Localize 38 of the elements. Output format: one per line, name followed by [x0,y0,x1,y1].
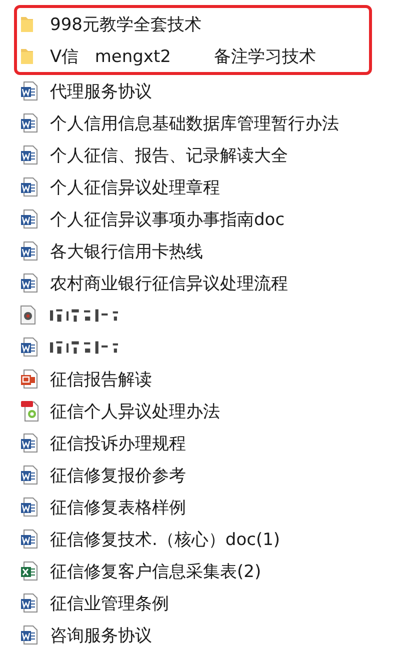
word-document-icon [20,497,38,517]
file-name[interactable]: 征信修复技术.（核心）doc(1) [50,528,280,550]
word-document-icon [20,433,38,453]
word-document-icon [20,145,38,165]
file-name[interactable]: 征信业管理条例 [50,592,169,614]
word-document-icon [20,625,38,645]
word-document-icon [20,177,38,197]
folder-icon [20,47,34,65]
word-document-icon [20,241,38,261]
file-name[interactable]: 代理服务协议 [50,80,152,102]
file-name[interactable]: 各大银行信用卡热线 [50,240,203,262]
file-name[interactable]: 个人征信异议事项办事指南doc [50,208,285,230]
folder-name[interactable]: 998元教学全套技术 [50,12,202,36]
word-document-icon [20,81,38,101]
spreadsheet-icon [20,561,38,581]
presentation-icon [20,369,38,389]
folder-icon [20,15,34,33]
file-name[interactable]: 征信修复表格样例 [50,496,186,518]
file-name[interactable]: 咨询服务协议 [50,624,152,646]
file-name[interactable]: 征信修复客户信息采集表(2) [50,560,262,582]
file-name[interactable]: 个人征信异议处理章程 [50,176,220,198]
word-document-icon [20,337,38,357]
file-name[interactable]: 征信修复报价参考 [50,464,186,486]
word-document-icon [20,593,38,613]
file-name[interactable]: 征信投诉办理规程 [50,432,186,454]
word-document-icon [20,273,38,293]
file-name[interactable]: 征信报告解读 [50,368,152,390]
word-document-icon [20,209,38,229]
word-document-icon [20,465,38,485]
file-name[interactable]: 个人征信、报告、记录解读大全 [50,144,288,166]
pdf-icon [20,400,40,422]
file-name[interactable]: 个人信用信息基础数据库管理暂行办法 [50,112,339,134]
folder-name[interactable]: V信 mengxt2 备注学习技术 [50,44,316,68]
word-document-icon [20,529,38,549]
media-file-icon [20,305,36,325]
file-name[interactable]: 征信个人异议处理办法 [50,400,220,422]
word-document-icon [20,113,38,133]
file-name[interactable]: 农村商业银行征信异议处理流程 [50,272,288,294]
